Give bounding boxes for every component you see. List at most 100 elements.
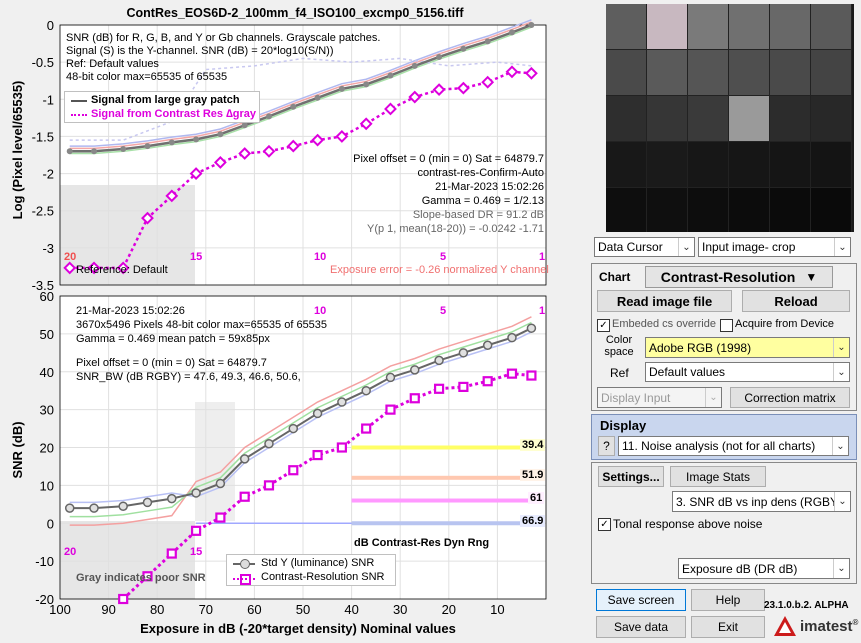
chart-patch — [770, 96, 811, 142]
help-question-button[interactable]: ? — [598, 436, 615, 456]
y-tick-label: 20 — [40, 441, 54, 456]
gray-patch-signal-point — [387, 72, 394, 79]
chart-patch — [811, 142, 852, 188]
y-tick-label: -1 — [42, 92, 54, 107]
dropdown-value: Default values — [649, 365, 726, 379]
std-y-snr-point — [118, 501, 128, 511]
std-y-snr-point — [89, 503, 99, 513]
exit-button[interactable]: Exit — [691, 616, 765, 638]
data-cursor-dropdown[interactable]: Data Cursor ⌄ — [594, 237, 695, 257]
dropdown-value: Input image- crop — [702, 240, 796, 254]
contrast-res-snr-point — [409, 393, 420, 404]
chart-patch — [647, 188, 688, 232]
chart-patch — [729, 96, 770, 142]
help-button[interactable]: Help — [691, 589, 765, 611]
contrast-res-snr-point — [336, 442, 347, 453]
snr-plot-dropdown[interactable]: 3. SNR dB vs inp dens (RGBY) ⌄ — [672, 491, 851, 512]
x-tick-label: 30 — [393, 602, 407, 617]
contrast-res-snr-point — [288, 465, 299, 476]
color-space-dropdown[interactable]: Adobe RGB (1998) ⌄ — [645, 337, 850, 358]
chevron-down-icon: ⌄ — [834, 492, 850, 511]
x-tick-label: 80 — [150, 602, 164, 617]
contrast-res-snr-point — [166, 548, 177, 559]
chart-patch — [811, 96, 852, 142]
x-tick-label: 50 — [296, 602, 310, 617]
dropdown-value: Adobe RGB (1998) — [649, 340, 752, 355]
reference-label: Reference: Default — [76, 264, 168, 276]
chart-patch — [811, 50, 852, 96]
x-tick-label: 60 — [247, 602, 261, 617]
legend-marker-circle — [240, 559, 250, 569]
dropdown-value: 11. Noise analysis (not for all charts) — [622, 439, 816, 453]
contrast-res-snr-point — [361, 423, 372, 434]
std-y-snr-point — [312, 408, 323, 419]
std-y-snr-point — [337, 397, 347, 407]
chart-patch — [688, 50, 729, 96]
embedded-cs-label: Embeded cs override — [612, 318, 716, 330]
x-tick-label: 10 — [490, 602, 504, 617]
marker-20: 20 — [64, 251, 77, 263]
correction-matrix-button[interactable]: Correction matrix — [730, 387, 850, 408]
top-right-info: Pixel offset = 0 (min = 0) Sat = 64879.7… — [300, 152, 544, 236]
settings-button[interactable]: Settings... — [598, 466, 664, 487]
y-tick-label: 10 — [40, 478, 54, 493]
display-input-dropdown[interactable]: Display Input ⌄ — [597, 387, 722, 408]
acquire-checkbox[interactable] — [720, 319, 733, 332]
dyn-range-title: dB Contrast-Res Dyn Rng — [354, 537, 490, 549]
ref-dropdown[interactable]: Default values ⌄ — [645, 362, 850, 382]
gray-patch-signal-point — [411, 62, 418, 69]
top-y-ticks: 0-0.5-1-1.5-2-2.5-3-3.5 — [32, 18, 54, 293]
marker-15: 15 — [190, 251, 203, 263]
dyn-range-band — [351, 521, 542, 526]
marker-10: 10 — [314, 305, 327, 317]
save-screen-button[interactable]: Save screen — [596, 589, 686, 611]
chevron-down-icon: ⌄ — [833, 363, 849, 381]
contrast-res-snr-point — [263, 480, 275, 491]
bottom-y-ticks: 6050403020100-10-20 — [35, 289, 54, 607]
chevron-down-icon: ⌄ — [678, 238, 694, 256]
std-y-snr-point — [458, 348, 469, 358]
contrast-res-snr-point — [239, 491, 250, 502]
image-stats-button[interactable]: Image Stats — [670, 466, 766, 487]
chart-patch — [811, 4, 852, 50]
chart-patch — [606, 96, 647, 142]
marker-10: 10 — [314, 251, 327, 263]
gray-patch-signal-point — [241, 122, 248, 129]
image-preview[interactable] — [606, 4, 854, 232]
marker-20: 20 — [64, 546, 77, 558]
reload-button[interactable]: Reload — [742, 290, 850, 312]
chart-patch — [606, 50, 647, 96]
top-info-line: 48-bit color max=65535 of 65535 — [66, 71, 228, 83]
y-tick-label: -2 — [42, 167, 54, 182]
exposure-dropdown[interactable]: Exposure dB (DR dB) ⌄ — [678, 558, 850, 579]
contrast-res-snr-point — [190, 525, 202, 536]
chart-patch — [688, 188, 729, 232]
read-image-file-button[interactable]: Read image file — [597, 290, 732, 312]
contrast-res-snr-point — [458, 381, 469, 392]
chart-type-dropdown[interactable]: Contrast-Resolution ▼ — [645, 266, 833, 288]
gray-patch-signal-point — [193, 136, 200, 143]
marker-5: 5 — [440, 305, 447, 317]
dyn-label-4: 66.9 — [520, 515, 546, 527]
save-data-button[interactable]: Save data — [596, 616, 686, 638]
input-image-dropdown[interactable]: Input image- crop ⌄ — [698, 237, 851, 257]
chevron-down-icon: ⌄ — [832, 437, 848, 455]
x-tick-label: 100 — [49, 602, 71, 617]
chevron-down-icon: ⌄ — [834, 238, 850, 256]
gray-patch-signal-point — [66, 148, 73, 155]
dyn-label-3: 61 — [528, 492, 545, 504]
bottom-info-block: 21-Mar-2023 15:02:26 3670x5496 Pixels 48… — [76, 304, 327, 384]
bottom-poor-snr-region-2 — [195, 402, 235, 521]
y-tick-label: 30 — [40, 403, 54, 418]
dyn-label-2: 51.9 — [520, 469, 546, 481]
chart-patch — [606, 188, 647, 232]
x-tick-label: 90 — [101, 602, 115, 617]
legend-label: Signal from Contrast Res ∆gray — [91, 108, 257, 120]
std-y-snr-point — [410, 365, 420, 375]
chart-patch — [688, 142, 729, 188]
display-mode-dropdown[interactable]: 11. Noise analysis (not for all charts) ⌄ — [618, 436, 849, 456]
embedded-cs-checkbox[interactable]: ✓ — [597, 319, 610, 332]
tonal-response-checkbox[interactable]: ✓ — [598, 518, 611, 531]
chart-patch — [770, 188, 811, 232]
dyn-range-band — [351, 445, 542, 450]
